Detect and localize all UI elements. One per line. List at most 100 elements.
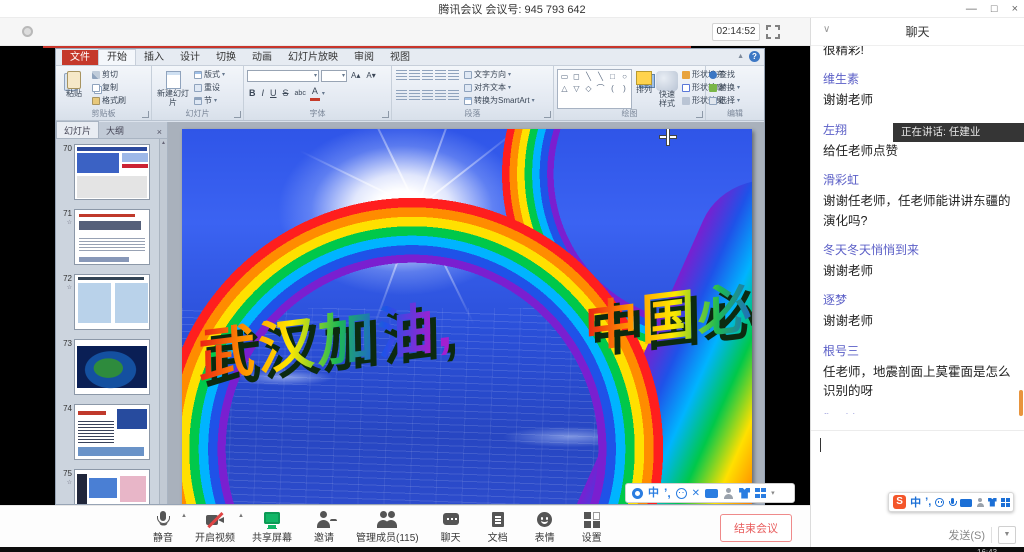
punctuation-icon[interactable]: ’, (925, 498, 931, 506)
dialog-launcher-icon[interactable] (544, 111, 551, 118)
dialog-launcher-icon[interactable] (142, 111, 149, 118)
bold-button[interactable]: B (247, 87, 258, 100)
shape-gallery[interactable]: ▭◻╲╲□○ △▽◇⌒() (557, 69, 632, 109)
ppt-tab-0[interactable]: 文件 (62, 50, 98, 65)
line-spacing-icon[interactable] (448, 70, 459, 80)
slide-thumbnail[interactable] (74, 144, 150, 200)
skin-icon[interactable] (988, 498, 996, 507)
fullscreen-icon[interactable] (766, 25, 780, 39)
slide-thumbnail[interactable] (74, 274, 150, 330)
copy-button[interactable]: 复制 (92, 82, 126, 94)
quick-styles-button[interactable]: 快速样式 (656, 69, 678, 109)
smartart-button[interactable]: 转换为SmartArt▾ (464, 95, 535, 107)
columns-icon[interactable] (448, 90, 459, 100)
minimize-icon[interactable]: — (966, 0, 977, 18)
send-options-dropdown[interactable]: ▼ (998, 526, 1016, 544)
slide-thumbnail[interactable] (74, 469, 150, 504)
underline-button[interactable]: U (268, 87, 279, 100)
send-button[interactable]: 发送(S) (948, 527, 985, 543)
toolbox-icon[interactable] (755, 488, 766, 499)
shrink-font-button[interactable]: A▾ (364, 69, 377, 82)
ime-language-icon[interactable]: 中 (910, 494, 921, 510)
strikethrough-button[interactable]: S (281, 87, 291, 100)
numbering-icon[interactable] (409, 70, 420, 80)
ppt-tab-1[interactable]: 开始 (98, 49, 136, 65)
justify-icon[interactable] (435, 90, 446, 100)
ime-language-icon[interactable]: 中 (648, 488, 659, 499)
align-text-button[interactable]: 对齐文本▾ (464, 82, 535, 94)
ime-toolbar-slide[interactable]: 中 ’, ✕ ▾ (625, 483, 795, 503)
close-panel-icon[interactable]: × (152, 127, 167, 138)
find-button[interactable]: 查找 (709, 69, 761, 81)
toolbar-item-chat[interactable]: 聊天 (436, 509, 466, 544)
chevron-up-icon[interactable]: ▲ (181, 513, 187, 519)
toolbar-item-settings[interactable]: 设置 (577, 509, 607, 544)
section-button[interactable]: 节▾ (194, 95, 225, 107)
keyboard-icon[interactable] (705, 489, 718, 498)
chat-scrollbar[interactable] (1019, 390, 1023, 416)
chevron-down-icon[interactable]: ∨ (823, 24, 830, 35)
indent-decrease-icon[interactable] (422, 70, 433, 80)
indent-increase-icon[interactable] (435, 70, 446, 80)
chat-input-area[interactable]: 发送(S) ▼ (811, 430, 1024, 552)
layout-button[interactable]: 版式▾ (194, 69, 225, 81)
account-icon[interactable] (976, 498, 984, 507)
ribbon-collapse-icon[interactable]: ▲ (737, 53, 744, 60)
ppt-tab-4[interactable]: 切换 (208, 50, 244, 65)
align-center-icon[interactable] (409, 90, 420, 100)
keyboard-icon[interactable] (960, 499, 971, 507)
slide-thumbnail[interactable] (74, 339, 150, 395)
end-meeting-button[interactable]: 结束会议 (720, 514, 792, 542)
toolbar-item-document[interactable]: 文档 (483, 509, 513, 544)
replace-button[interactable]: 替换▾ (709, 82, 761, 94)
reset-button[interactable]: 重设 (194, 82, 225, 94)
chat-message-list[interactable]: 很精彩!维生素谢谢老师左翔给任老师点赞滑彩虹谢谢任老师，任老师能讲讲东疆的演化吗… (811, 46, 1024, 414)
toolbox-icon[interactable] (1001, 498, 1009, 507)
voice-input-icon[interactable] (948, 498, 956, 507)
bullets-icon[interactable] (396, 70, 407, 80)
toolbar-item-emoji[interactable]: 表情 (530, 509, 560, 544)
cut-tool-icon[interactable]: ✕ (692, 488, 700, 499)
sogou-logo-icon[interactable]: S (893, 495, 906, 509)
tab-outline[interactable]: 大纲 (99, 122, 131, 138)
close-icon[interactable]: × (1012, 0, 1018, 18)
text-direction-button[interactable]: 文字方向▾ (464, 69, 535, 81)
cut-button[interactable]: 剪切 (92, 69, 126, 81)
emoji-icon[interactable] (676, 488, 687, 499)
maximize-icon[interactable]: □ (991, 0, 998, 18)
ppt-tab-7[interactable]: 审阅 (346, 50, 382, 65)
toolbar-item-microphone[interactable]: ▲静音 (148, 509, 178, 544)
italic-button[interactable]: I (260, 87, 267, 100)
skin-icon[interactable] (739, 488, 750, 499)
dialog-launcher-icon[interactable] (696, 111, 703, 118)
select-button[interactable]: 选择▾ (709, 95, 761, 107)
help-icon[interactable]: ? (749, 51, 760, 62)
emoji-icon[interactable] (935, 498, 944, 507)
dialog-launcher-icon[interactable] (382, 111, 389, 118)
toolbar-item-screen-share[interactable]: 共享屏幕 (252, 509, 292, 544)
ppt-tab-8[interactable]: 视图 (382, 50, 418, 65)
new-slide-button[interactable]: 新建幻灯片 (155, 69, 191, 109)
font-color-button[interactable]: A (310, 85, 320, 101)
account-icon[interactable] (723, 488, 734, 499)
paste-button[interactable]: 粘贴 (59, 69, 89, 109)
slide-thumbnail[interactable] (74, 209, 150, 265)
arrange-button[interactable]: 排列 (636, 69, 652, 109)
grow-font-button[interactable]: A▴ (349, 69, 362, 82)
chevron-up-icon[interactable]: ▲ (238, 513, 244, 519)
font-size-select[interactable]: ▾ (321, 70, 347, 82)
clear-formatting-button[interactable]: abc (293, 87, 308, 100)
ppt-tab-6[interactable]: 幻灯片放映 (280, 50, 346, 65)
ppt-tab-5[interactable]: 动画 (244, 50, 280, 65)
ime-logo-icon[interactable] (632, 488, 643, 499)
dialog-launcher-icon[interactable] (234, 111, 241, 118)
slide-canvas[interactable]: 武汉加油, 武汉加油, 中国必胜! 中国必胜! (182, 129, 752, 504)
ppt-tab-2[interactable]: 插入 (136, 50, 172, 65)
align-right-icon[interactable] (422, 90, 433, 100)
ppt-tab-3[interactable]: 设计 (172, 50, 208, 65)
thumbnail-scrollbar[interactable] (159, 139, 167, 504)
align-left-icon[interactable] (396, 90, 407, 100)
chevron-down-icon[interactable]: ▾ (771, 488, 775, 499)
ime-toolbar-sogou[interactable]: S 中 ’, (888, 492, 1014, 512)
font-name-select[interactable]: ▾ (247, 70, 319, 82)
